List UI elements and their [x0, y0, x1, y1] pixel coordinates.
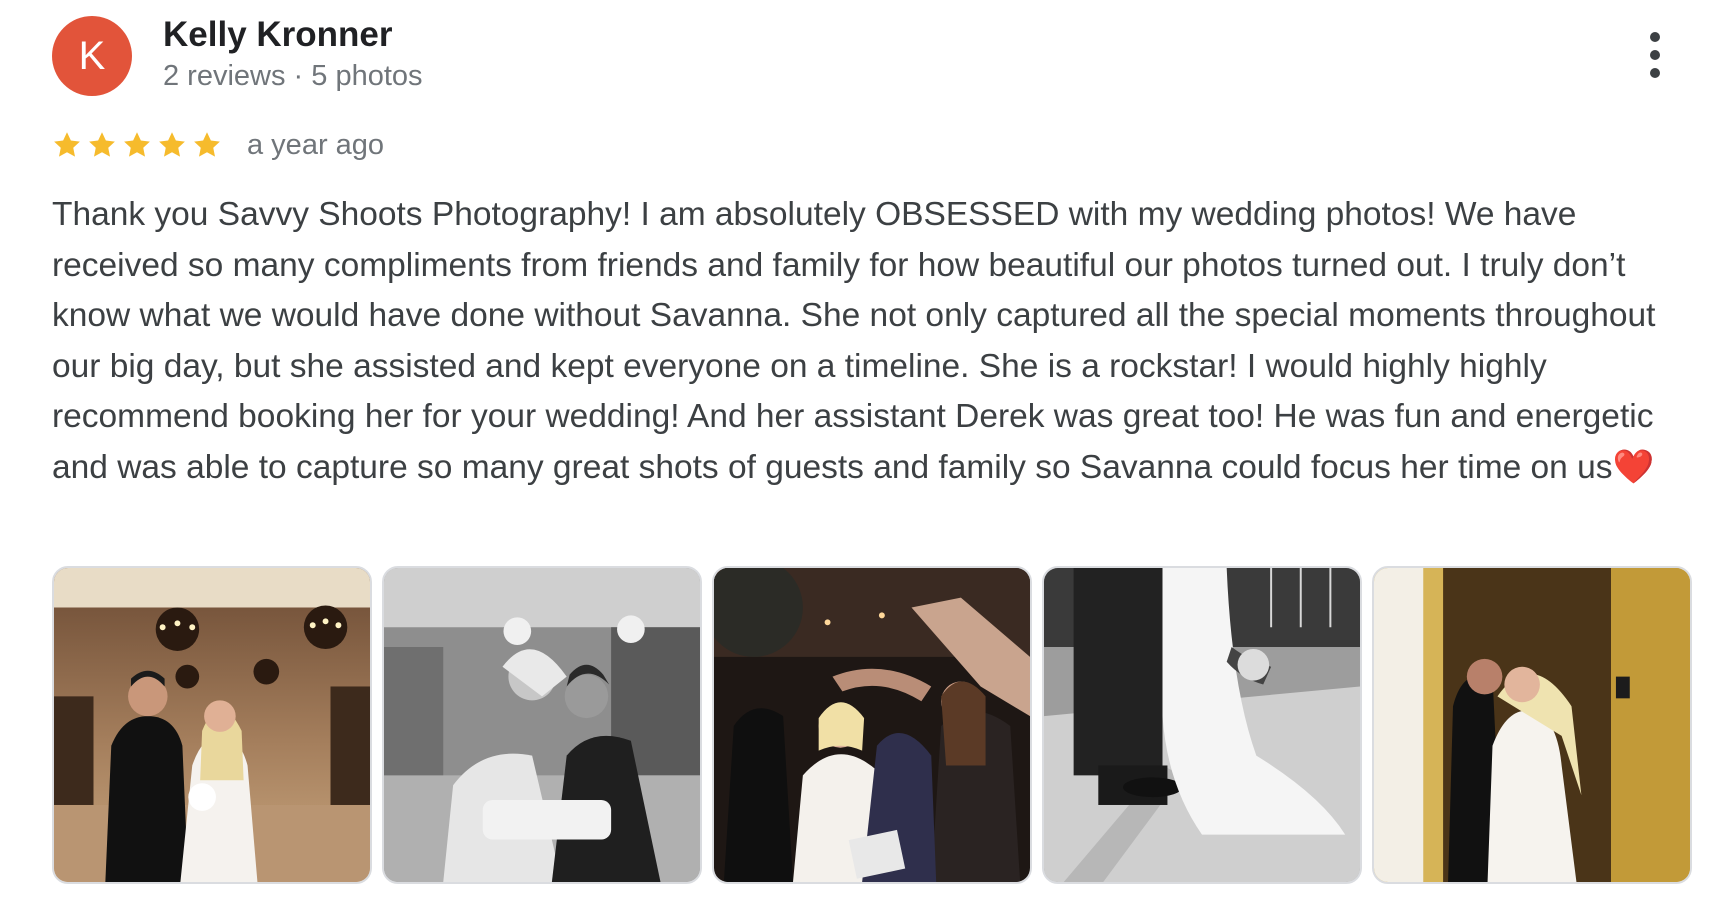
author-meta: 2 reviews · 5 photos [163, 60, 423, 92]
star-icon [124, 132, 150, 157]
star-rating [52, 130, 227, 160]
review-text: Thank you Savvy Shoots Photography! I am… [52, 196, 1656, 486]
star-icon [54, 132, 80, 157]
star-icon [194, 132, 220, 157]
avatar[interactable]: K [52, 16, 132, 96]
rating-row: a year ago [52, 125, 384, 165]
star-icon [159, 132, 185, 157]
review-photo-4[interactable] [1042, 566, 1362, 884]
review-date: a year ago [247, 128, 385, 161]
review-photo-2[interactable] [382, 566, 702, 884]
author-name[interactable]: Kelly Kronner [163, 14, 393, 56]
review-photo-5[interactable] [1372, 566, 1692, 884]
photo-strip [52, 566, 1692, 884]
review-card: K Kelly Kronner 2 reviews · 5 photos a y… [0, 0, 1722, 908]
more-options-button[interactable] [1640, 30, 1670, 80]
review-photo-3[interactable] [712, 566, 1032, 884]
review-photo-1[interactable] [52, 566, 372, 884]
star-icon [89, 132, 115, 157]
more-vert-icon [1650, 32, 1660, 42]
